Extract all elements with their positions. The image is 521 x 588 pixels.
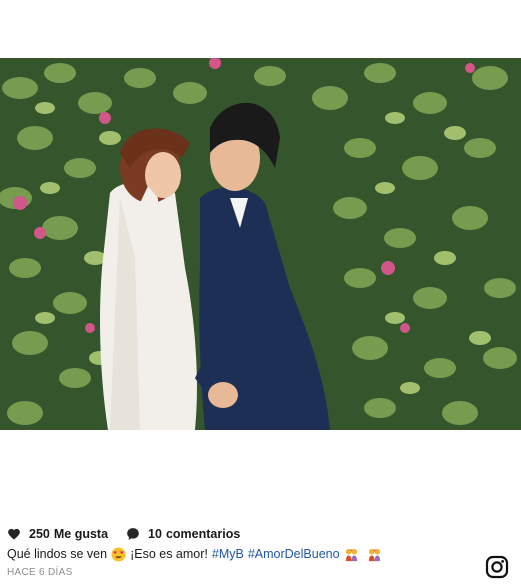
heart-icon[interactable] — [7, 527, 21, 541]
comments-label: comentarios — [165, 527, 241, 541]
comment-bubble-icon[interactable] — [126, 527, 140, 541]
instagram-logo-icon[interactable] — [485, 555, 509, 579]
likes-label: Me gusta — [53, 527, 109, 541]
post-timestamp: HACE 6 DÍAS — [7, 567, 73, 578]
heart-eyes-emoji-icon — [111, 546, 126, 562]
instagram-post: 250 Me gusta 10 comentarios Qué lindos s… — [0, 0, 521, 588]
comments-stat[interactable]: 10 comentarios — [126, 527, 240, 541]
likes-stat[interactable]: 250 Me gusta — [7, 527, 108, 541]
couple-kiss-emoji-icon — [367, 547, 382, 562]
caption-text-middle: ¡Eso es amor! — [130, 547, 208, 561]
post-stats: 250 Me gusta 10 comentarios — [7, 526, 258, 542]
post-caption: Qué lindos se ven ¡Eso es amor! #MyB #Am… — [7, 546, 386, 562]
comments-count: 10 — [148, 527, 162, 541]
hashtag-myb[interactable]: #MyB — [212, 547, 244, 561]
caption-text-start: Qué lindos se ven — [7, 547, 108, 561]
likes-count: 250 — [29, 527, 50, 541]
couple-kiss-emoji-icon — [344, 547, 359, 562]
hashtag-amordelbueno[interactable]: #AmorDelBueno — [248, 547, 340, 561]
post-photo[interactable] — [0, 58, 521, 430]
holding-hands — [208, 382, 238, 408]
post-photo-illustration — [0, 58, 521, 430]
